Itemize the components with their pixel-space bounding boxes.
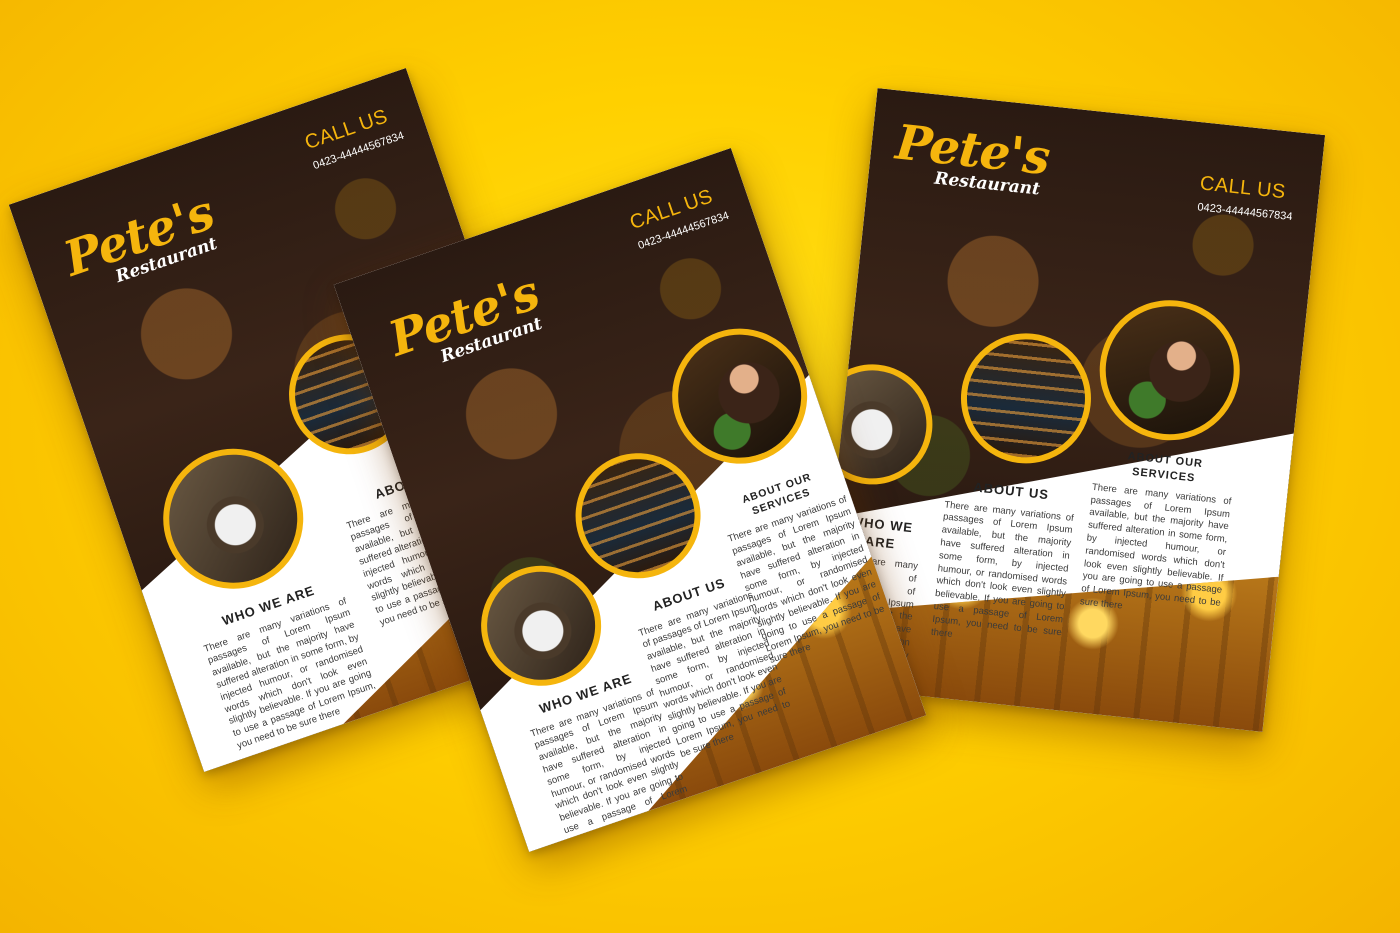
flyer-center: Pete's Restaurant CALL US 0423-444445678… xyxy=(333,147,927,853)
services-body: There are many variations of passages of… xyxy=(1079,481,1232,612)
services-section: ABOUT OUR SERVICES There are many variat… xyxy=(1079,446,1235,624)
about-us-section: ABOUT US There are many variations of pa… xyxy=(930,476,1076,653)
about-us-body: There are many variations of passages of… xyxy=(930,498,1075,640)
